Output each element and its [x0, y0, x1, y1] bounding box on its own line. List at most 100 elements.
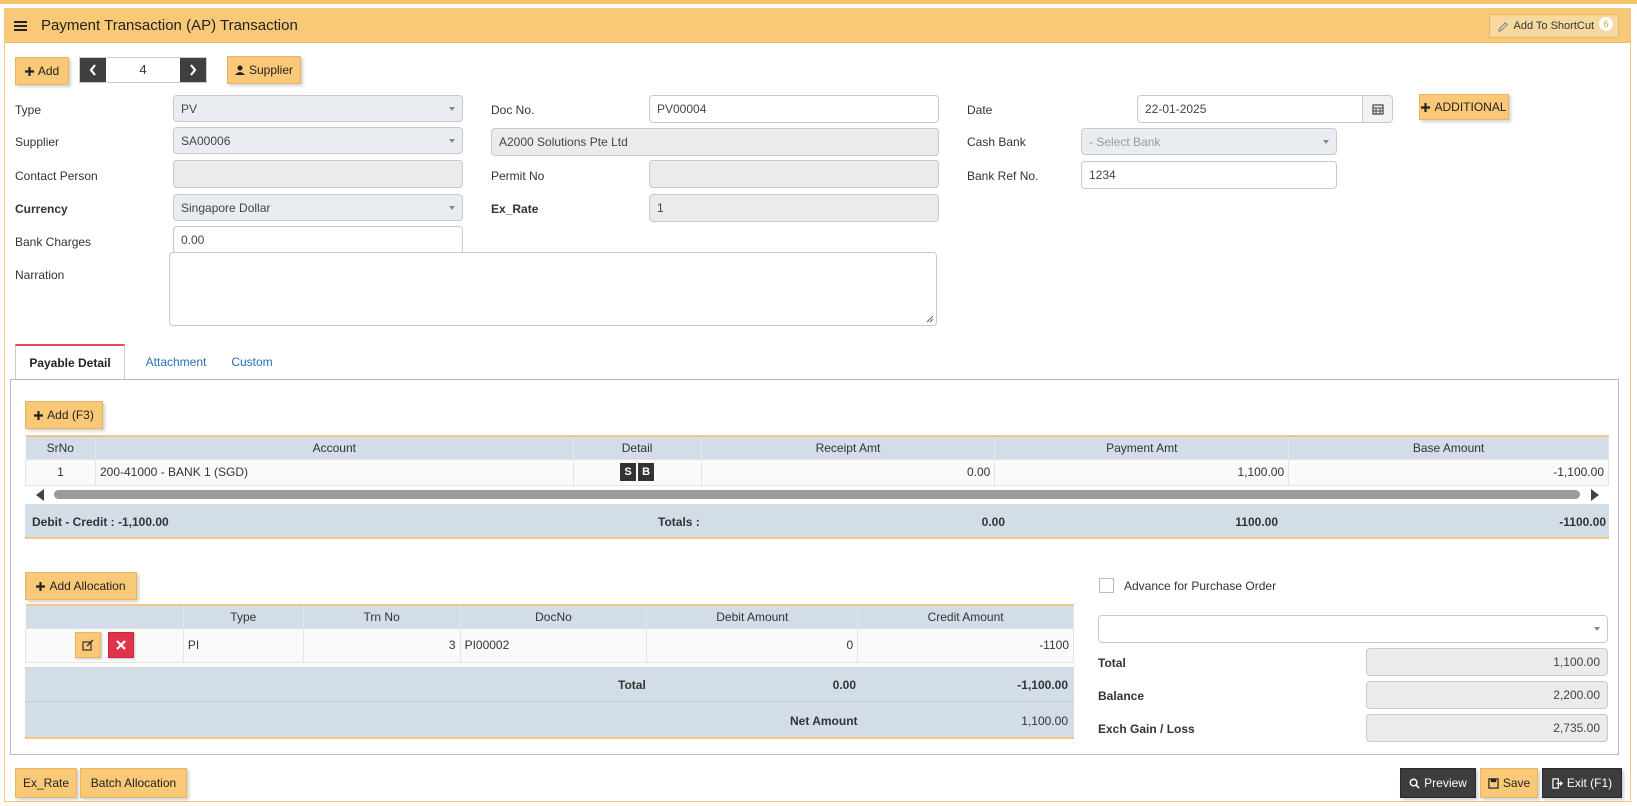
summary-total-field: 1,100.00 — [1366, 648, 1608, 676]
add-allocation-button[interactable]: Add Allocation — [25, 572, 137, 600]
narration-textarea[interactable] — [169, 252, 937, 326]
scroll-right-icon[interactable] — [1591, 489, 1599, 501]
exrate-button[interactable]: Ex_Rate — [15, 768, 77, 798]
add-to-shortcut-button[interactable]: Add To ShortCut 6 — [1489, 14, 1619, 38]
scroll-left-icon[interactable] — [36, 489, 44, 501]
summary-balance-field: 2,200.00 — [1366, 681, 1608, 709]
detail-s-button[interactable]: S — [620, 463, 637, 481]
exrate-button-label: Ex_Rate — [22, 776, 70, 790]
delete-row-button[interactable] — [108, 632, 135, 658]
additional-button[interactable]: ADDITIONAL — [1419, 94, 1509, 120]
exch-gain-loss-label: Exch Gain / Loss — [1098, 722, 1195, 736]
horizontal-scrollbar[interactable] — [25, 486, 1609, 502]
tab-payable-detail[interactable]: Payable Detail — [15, 344, 125, 380]
user-icon — [234, 65, 245, 75]
supplier-button-label: Supplier — [248, 63, 294, 77]
row-actions-cell — [25, 627, 184, 663]
add-button-label: Add — [37, 64, 60, 78]
supplier-code-select[interactable]: SA00006 — [173, 127, 463, 154]
chevron-right-icon — [190, 64, 197, 76]
detail-b-button[interactable]: B — [638, 463, 655, 481]
payment-amt-cell[interactable]: 1,100.00 — [994, 458, 1290, 486]
debit-credit-text: Debit - Credit : -1,100.00 — [32, 515, 169, 529]
cash-bank-select[interactable]: - Select Bank — [1081, 128, 1337, 155]
column-header: Account — [95, 436, 574, 459]
table-row[interactable]: 1 200-41000 - BANK 1 (SGD) SB 0.00 1,100… — [25, 458, 1609, 486]
dropdown-caret-icon — [1323, 140, 1329, 144]
tab-custom[interactable]: Custom — [222, 344, 282, 380]
tab-attachment[interactable]: Attachment — [138, 344, 214, 380]
previous-record-button[interactable] — [80, 58, 106, 82]
pencil-icon — [1498, 21, 1509, 32]
supplier-name-field: A2000 Solutions Pte Ltd — [491, 128, 939, 156]
total-payment-value: 1100.00 — [1235, 515, 1278, 529]
advance-po-checkbox[interactable] — [1099, 578, 1114, 593]
receipt-amt-cell[interactable]: 0.00 — [700, 458, 996, 486]
summary-balance-label: Balance — [1098, 689, 1145, 703]
docno-label: Doc No. — [491, 103, 535, 117]
alloc-debit-cell: 0 — [646, 627, 859, 663]
add-button[interactable]: Add — [15, 57, 69, 85]
shortcut-label: Add To ShortCut — [1513, 20, 1594, 32]
resize-handle-icon[interactable] — [926, 315, 934, 323]
payable-detail-table: SrNo Account Detail Receipt Amt Payment … — [25, 435, 1609, 486]
date-input[interactable]: 22-01-2025 — [1137, 95, 1363, 123]
allocation-table: Type Trn No DocNo Debit Amount Credit Am… — [25, 604, 1074, 663]
column-header: Receipt Amt — [701, 436, 996, 459]
edit-row-button[interactable] — [74, 632, 101, 658]
purchase-order-select[interactable] — [1098, 615, 1608, 643]
exrate-field: 1 — [649, 194, 939, 222]
batch-allocation-button[interactable]: Batch Allocation — [80, 768, 187, 798]
next-record-button[interactable] — [180, 58, 206, 82]
date-picker-button[interactable] — [1363, 95, 1393, 123]
bank-charges-input[interactable]: 0.00 — [173, 226, 463, 254]
base-amount-cell: -1,100.00 — [1288, 458, 1609, 486]
bank-ref-input[interactable]: 1234 — [1081, 161, 1337, 189]
exit-label: Exit (F1) — [1566, 776, 1613, 790]
preview-button[interactable]: Preview — [1400, 768, 1476, 798]
record-navigator: 4 — [79, 57, 207, 83]
plus-icon — [24, 66, 34, 76]
table-header-row: SrNo Account Detail Receipt Amt Payment … — [25, 436, 1609, 459]
exrate-label: Ex_Rate — [491, 202, 539, 216]
alloc-total-label: Total — [618, 678, 646, 692]
type-label: Type — [15, 103, 42, 117]
total-base-value: -1100.00 — [1559, 515, 1606, 529]
bank-charges-label: Bank Charges — [15, 235, 92, 249]
exit-button[interactable]: Exit (F1) — [1542, 768, 1622, 798]
permit-no-field — [649, 160, 939, 188]
dropdown-caret-icon — [449, 107, 455, 111]
column-header: Credit Amount — [857, 605, 1074, 628]
alloc-total-debit: 0.00 — [832, 678, 856, 692]
bank-ref-label: Bank Ref No. — [967, 169, 1039, 183]
totals-label: Totals : — [658, 515, 700, 529]
plus-icon — [34, 410, 44, 420]
save-button[interactable]: Save — [1480, 768, 1538, 798]
currency-select[interactable]: Singapore Dollar — [173, 194, 463, 221]
dropdown-caret-icon — [1594, 627, 1600, 631]
table-header-row: Type Trn No DocNo Debit Amount Credit Am… — [25, 605, 1074, 628]
plus-icon — [1421, 102, 1431, 112]
type-select[interactable]: PV — [173, 95, 463, 122]
edit-icon — [82, 639, 94, 651]
docno-input[interactable]: PV00004 — [649, 95, 939, 123]
dropdown-caret-icon — [449, 139, 455, 143]
cash-bank-placeholder: - Select Bank — [1089, 135, 1161, 149]
allocation-net-row: Net Amount 1,100.00 — [25, 702, 1074, 739]
contact-person-field — [173, 160, 463, 188]
page-title: Payment Transaction (AP) Transaction — [41, 17, 298, 34]
payable-totals-row: Debit - Credit : -1,100.00 Totals : 0.00… — [25, 504, 1609, 539]
batch-allocation-label: Batch Allocation — [90, 776, 177, 790]
scrollbar-thumb[interactable] — [54, 490, 1580, 499]
add-line-button[interactable]: Add (F3) — [25, 401, 103, 429]
record-number-input[interactable]: 4 — [106, 58, 180, 82]
alloc-docno-cell: PI00002 — [459, 627, 648, 663]
calendar-icon — [1371, 104, 1384, 115]
account-cell[interactable]: 200-41000 - BANK 1 (SGD) — [94, 458, 574, 486]
alloc-total-credit: -1,100.00 — [1017, 678, 1068, 692]
supplier-button[interactable]: Supplier — [227, 56, 301, 84]
detail-cell: SB — [572, 458, 702, 486]
table-row[interactable]: PI 3 PI00002 0 -1100 — [25, 627, 1074, 663]
menu-icon[interactable] — [14, 21, 27, 31]
shortcut-count-badge: 6 — [1599, 17, 1613, 31]
